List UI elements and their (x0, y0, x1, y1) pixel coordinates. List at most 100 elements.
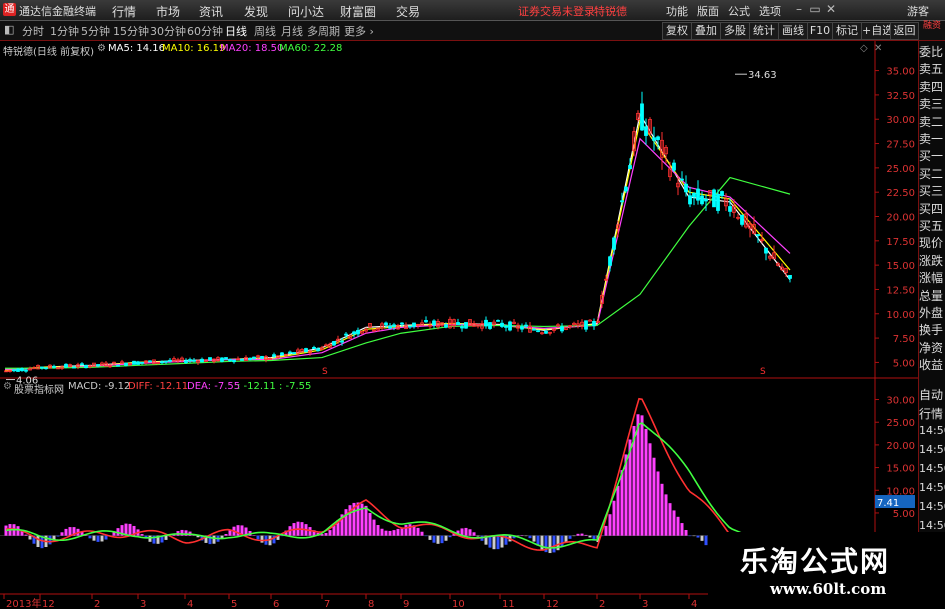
side-panel-item[interactable]: 涨跌 (919, 252, 945, 269)
side-panel-detail-item[interactable]: 14:50 (919, 462, 945, 475)
macd-bar (588, 535, 592, 538)
signal-marker: S (322, 367, 328, 377)
app-title: 通达信金融终端 (19, 5, 96, 18)
candle-body (52, 365, 56, 368)
macd-bar (96, 535, 100, 542)
date-tick-label: 2013年 (6, 597, 41, 609)
candle-body (140, 361, 144, 364)
minimize-icon[interactable]: – (792, 2, 806, 16)
candle-body (652, 137, 656, 141)
tab-5min[interactable]: 5分钟 (81, 23, 110, 39)
date-tick-label: 12 (42, 599, 55, 609)
side-panel-item[interactable]: 换手 (919, 321, 945, 338)
macd-tick-label: 30.00 (886, 396, 915, 407)
tab-timeshare[interactable]: 分时 (22, 23, 44, 39)
tab-daily[interactable]: 日线 (225, 23, 247, 39)
side-panel-item[interactable]: 买四 (919, 200, 945, 217)
close-icon[interactable]: ✕ (824, 2, 838, 16)
side-panel-item[interactable]: 买二 (919, 165, 945, 182)
tab-60min[interactable]: 60分钟 (187, 23, 223, 39)
candle-body (536, 330, 540, 333)
macd-bar (488, 535, 492, 548)
f10-button[interactable]: F10 (807, 22, 833, 40)
collapse-left-icon[interactable]: ◧ (4, 23, 14, 36)
date-tick-label: 3 (642, 599, 648, 609)
macd-bar (616, 485, 620, 536)
macd-bar (252, 535, 256, 536)
candle-body (544, 330, 548, 334)
side-panel-item[interactable]: 买一 (919, 147, 945, 164)
candle-body (136, 361, 140, 365)
candle-body (252, 356, 256, 359)
draw-line-button[interactable]: 画线 (778, 22, 808, 40)
side-panel-item[interactable]: 净资 (919, 339, 945, 356)
side-panel-item[interactable]: 买五 (919, 217, 945, 234)
macd-bar (548, 535, 552, 554)
mark-button[interactable]: 标记 (832, 22, 862, 40)
side-panel-detail-item[interactable]: 14:50 (919, 481, 945, 494)
candle-body (608, 256, 612, 266)
tab-more[interactable]: 更多 › (344, 23, 374, 39)
ma-line-ma10 (4, 119, 791, 371)
multi-stock-button[interactable]: 多股 (720, 22, 750, 40)
side-panel-detail-item[interactable]: 14:50 (919, 500, 945, 513)
side-panel-item[interactable]: 卖三 (919, 95, 945, 112)
tab-weekly[interactable]: 周线 (254, 23, 276, 39)
menu-formula[interactable]: 公式 (728, 3, 750, 19)
login-status[interactable]: 证券交易未登录 (518, 3, 595, 19)
add-watchlist-button[interactable]: +自选 (861, 22, 893, 40)
candle-body (64, 363, 68, 368)
menu-options[interactable]: 选项 (759, 3, 781, 19)
overlay-button[interactable]: 叠加 (691, 22, 721, 40)
tab-30min[interactable]: 30分钟 (150, 23, 186, 39)
side-panel-item[interactable]: 总量 (919, 287, 945, 304)
menu-function[interactable]: 功能 (666, 3, 688, 19)
side-panel-detail-item[interactable]: 14:50 (919, 424, 945, 437)
side-panel-item[interactable]: 外盘 (919, 304, 945, 321)
side-panel-item[interactable]: 卖一 (919, 130, 945, 147)
side-panel-item[interactable]: 现价 (919, 234, 945, 251)
menu-market-quotes[interactable]: 行情 (112, 3, 136, 20)
menu-market[interactable]: 市场 (156, 3, 180, 20)
side-panel-detail-item[interactable]: 14:50 (919, 519, 945, 532)
side-panel-detail-item[interactable]: 14:50 (919, 443, 945, 456)
side-panel-detail-item[interactable]: 行情 (919, 405, 945, 422)
menu-trade[interactable]: 交易 (396, 3, 420, 20)
statistics-button[interactable]: 统计 (749, 22, 779, 40)
tab-multi-period[interactable]: 多周期 (307, 23, 340, 39)
macd-bar (404, 524, 408, 536)
macd-bar (376, 525, 380, 536)
candle-body (80, 363, 84, 366)
macd-bar (620, 470, 624, 536)
moving-averages (4, 112, 791, 372)
tab-15min[interactable]: 15分钟 (113, 23, 149, 39)
side-panel-item[interactable]: 卖二 (919, 113, 945, 130)
macd-bar (16, 526, 20, 536)
candle-body (344, 333, 348, 336)
tab-1min[interactable]: 1分钟 (50, 23, 79, 39)
tab-monthly[interactable]: 月线 (281, 23, 303, 39)
macd-bar (692, 535, 696, 537)
restore-icon[interactable]: ▭ (808, 2, 822, 16)
side-panel-item[interactable]: 收益 (919, 356, 945, 373)
side-panel-item[interactable]: 涨幅 (919, 269, 945, 286)
menu-discover[interactable]: 发现 (244, 3, 268, 20)
price-tick-label: 7.50 (893, 334, 915, 345)
menu-layout[interactable]: 版面 (697, 3, 719, 19)
side-panel-item[interactable]: 卖四 (919, 78, 945, 95)
back-button[interactable]: 返回 (890, 22, 919, 40)
macd-bar (380, 528, 384, 536)
side-panel-item[interactable]: 买三 (919, 182, 945, 199)
side-panel-item[interactable]: 卖五 (919, 60, 945, 77)
macd-bar (28, 535, 32, 540)
side-panel-item[interactable]: 委比 (919, 43, 945, 60)
side-panel-detail-item[interactable]: 自动 (919, 386, 945, 403)
adjust-button[interactable]: 复权 (662, 22, 692, 40)
menu-ask-xiaoda[interactable]: 问小达 (288, 3, 324, 20)
menu-guest[interactable]: 游客 (907, 3, 929, 19)
chart-canvas[interactable]: 35.0032.5030.0027.5025.0022.5020.0017.50… (0, 41, 918, 609)
menu-news[interactable]: 资讯 (199, 3, 223, 20)
menu-wealth-circle[interactable]: 财富圈 (340, 3, 376, 20)
candle-body (384, 322, 388, 326)
margin-tag[interactable]: 融资 (921, 22, 943, 31)
